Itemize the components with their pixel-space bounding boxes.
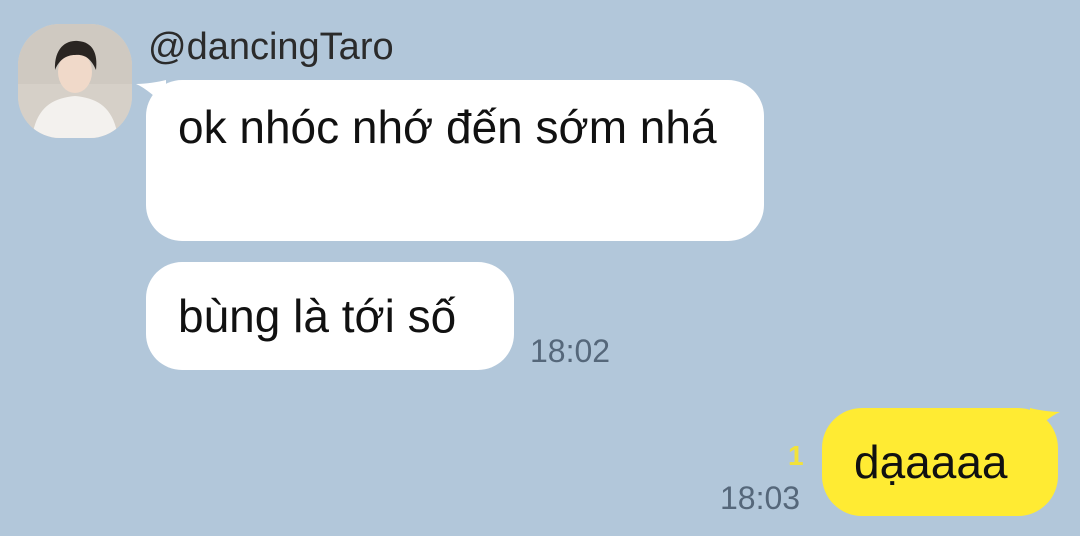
sender-avatar[interactable]	[18, 24, 132, 138]
sender-name[interactable]: @dancingTaro	[148, 26, 394, 69]
message-text: dạaaaa	[854, 436, 1008, 488]
message-text: bùng là tới số	[178, 290, 457, 342]
message-timestamp: 18:02	[530, 333, 611, 369]
incoming-message-bubble[interactable]: bùng là tới số	[146, 262, 514, 370]
unread-count: 1	[788, 440, 804, 471]
profile-photo-icon	[18, 24, 132, 138]
message-text: ok nhóc nhớ đến sớm nhá	[178, 101, 717, 153]
message-timestamp: 18:03	[720, 480, 801, 516]
outgoing-message-bubble[interactable]: dạaaaa	[822, 408, 1058, 516]
incoming-message-bubble[interactable]: ok nhóc nhớ đến sớm nhá	[146, 80, 764, 241]
